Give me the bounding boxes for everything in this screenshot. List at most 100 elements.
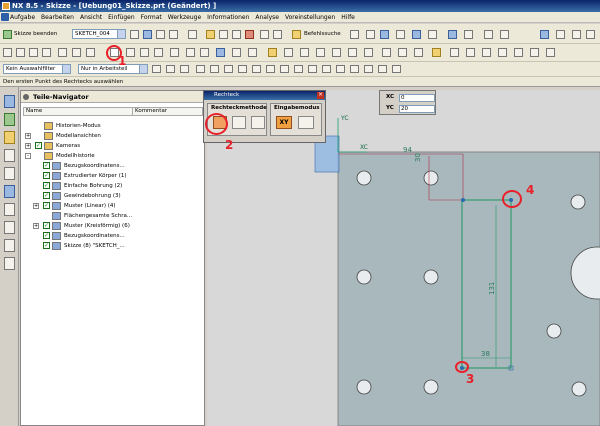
close-icon[interactable]: × [317, 92, 324, 99]
display-icon[interactable] [428, 30, 437, 39]
menu-informationen[interactable]: Informationen [207, 14, 249, 21]
intersection-point-icon[interactable] [238, 65, 247, 73]
expander-icon[interactable]: + [25, 143, 31, 149]
sketch-options-icon[interactable] [130, 30, 139, 39]
cube-icon[interactable] [448, 30, 457, 39]
chamfer-icon[interactable] [72, 48, 81, 57]
rotate-icon[interactable] [180, 65, 189, 73]
end-point-icon[interactable] [196, 65, 205, 73]
menu-analyse[interactable]: Analyse [255, 14, 279, 21]
tangent-point-icon[interactable] [350, 65, 359, 73]
rect-from-center-icon[interactable] [251, 116, 265, 129]
update-icon[interactable] [169, 30, 178, 39]
checkbox-icon[interactable]: ✓ [43, 172, 50, 179]
copy-icon[interactable] [219, 30, 228, 39]
quick-extend-icon[interactable] [398, 48, 407, 57]
redo-icon[interactable] [273, 30, 282, 39]
parameter-mode-icon[interactable] [298, 116, 314, 129]
animate-icon[interactable] [364, 48, 373, 57]
command-finder-icon[interactable] [292, 30, 301, 39]
show-constraints-icon[interactable] [316, 48, 325, 57]
reuse-library-icon[interactable] [4, 149, 15, 162]
more-icon[interactable] [586, 30, 595, 39]
menu-hilfe[interactable]: Hilfe [341, 14, 355, 21]
project-icon[interactable] [514, 48, 523, 57]
paste-icon[interactable] [232, 30, 241, 39]
studio-spline-icon[interactable] [126, 48, 135, 57]
xc-field[interactable]: 0 [399, 94, 435, 102]
menu-aufgabe[interactable]: Aufgabe [10, 14, 35, 21]
auto-constraint-icon[interactable] [300, 48, 309, 57]
line-icon[interactable] [16, 48, 25, 57]
type-filter-select[interactable]: Kein Auswahlfilter [3, 64, 71, 74]
alternate-solution-icon[interactable] [348, 48, 357, 57]
point-icon[interactable] [140, 48, 149, 57]
menu-werkzeuge[interactable]: Werkzeuge [168, 14, 201, 21]
menu-format[interactable]: Format [141, 14, 162, 21]
sketch-style-icon[interactable] [432, 48, 441, 57]
finish-sketch-button[interactable]: Skizze beenden [14, 29, 57, 39]
tree-item[interactable]: ✓ Einfache Bohrung (2) [23, 181, 203, 191]
roles-icon[interactable] [4, 239, 15, 252]
pattern-icon[interactable] [232, 48, 241, 57]
process-studio-icon[interactable] [4, 221, 15, 234]
polygon-icon[interactable] [86, 48, 95, 57]
system-scene-icon[interactable] [4, 257, 15, 270]
snap-icon[interactable] [450, 48, 459, 57]
extend-icon[interactable] [186, 48, 195, 57]
quick-trim-icon[interactable] [382, 48, 391, 57]
control-point-icon[interactable] [224, 65, 233, 73]
trim-icon[interactable] [170, 48, 179, 57]
finish-sketch-icon[interactable] [3, 30, 12, 39]
tree-item[interactable]: - Modellhistorie [23, 151, 203, 161]
system-materials-icon[interactable] [4, 203, 15, 216]
yc-field[interactable]: 20 [399, 105, 435, 113]
point-on-curve-icon[interactable] [294, 65, 303, 73]
profile-icon[interactable] [3, 48, 12, 57]
mid-point-icon[interactable] [210, 65, 219, 73]
scope-select[interactable]: Nur in Arbeitsteil [78, 64, 148, 74]
snap-settings-icon[interactable] [392, 65, 401, 73]
checkbox-icon[interactable]: ✓ [43, 242, 50, 249]
convert-reference-icon[interactable] [332, 48, 341, 57]
pin-icon[interactable] [23, 94, 29, 100]
section-icon[interactable] [464, 30, 473, 39]
render-style-icon[interactable] [366, 30, 375, 39]
arc-center-icon[interactable] [252, 65, 261, 73]
fillet-icon[interactable] [58, 48, 67, 57]
analysis-icon[interactable] [556, 30, 565, 39]
tree-item[interactable]: Flächengesamte Schra... [23, 211, 203, 221]
geometry-icon[interactable] [546, 48, 555, 57]
quadrant-point-icon[interactable] [266, 65, 275, 73]
filter-icon[interactable] [500, 30, 509, 39]
tools-icon[interactable] [530, 48, 539, 57]
view-icon[interactable] [412, 30, 421, 39]
grid-point-icon[interactable] [364, 65, 373, 73]
point-on-face-icon[interactable] [308, 65, 317, 73]
circle-icon[interactable] [42, 48, 51, 57]
sketch-select[interactable]: SKETCH_004 [72, 29, 126, 39]
constraint-navigator-icon[interactable] [4, 113, 15, 126]
delete-icon[interactable] [245, 30, 254, 39]
checkbox-icon[interactable]: ✓ [43, 182, 50, 189]
constraint-icon[interactable] [284, 48, 293, 57]
snap-off-icon[interactable] [336, 65, 345, 73]
orient-view-icon[interactable] [143, 30, 152, 39]
column-comment[interactable]: Kommentar [132, 108, 167, 115]
perpendicular-point-icon[interactable] [378, 65, 387, 73]
intersect-icon[interactable] [498, 48, 507, 57]
checkbox-icon[interactable]: ✓ [43, 202, 50, 209]
reattach-icon[interactable] [156, 30, 165, 39]
tree-item[interactable]: ✓ Gewindebohrung (3) [23, 191, 203, 201]
help-icon[interactable] [572, 30, 581, 39]
offset-icon[interactable] [154, 48, 163, 57]
xy-mode-button[interactable]: XY [276, 116, 292, 129]
view-fit-icon[interactable] [350, 30, 359, 39]
expander-icon[interactable]: - [25, 153, 31, 159]
checkbox-icon[interactable]: ✓ [35, 142, 42, 149]
tree-item[interactable]: ✓ Skizze (8) "SKETCH_... [23, 241, 203, 251]
assembly-navigator-icon[interactable] [4, 95, 15, 108]
measure-icon[interactable] [466, 48, 475, 57]
cut-icon[interactable] [206, 30, 215, 39]
tree-item[interactable]: + ✓ Kameras [23, 141, 203, 151]
